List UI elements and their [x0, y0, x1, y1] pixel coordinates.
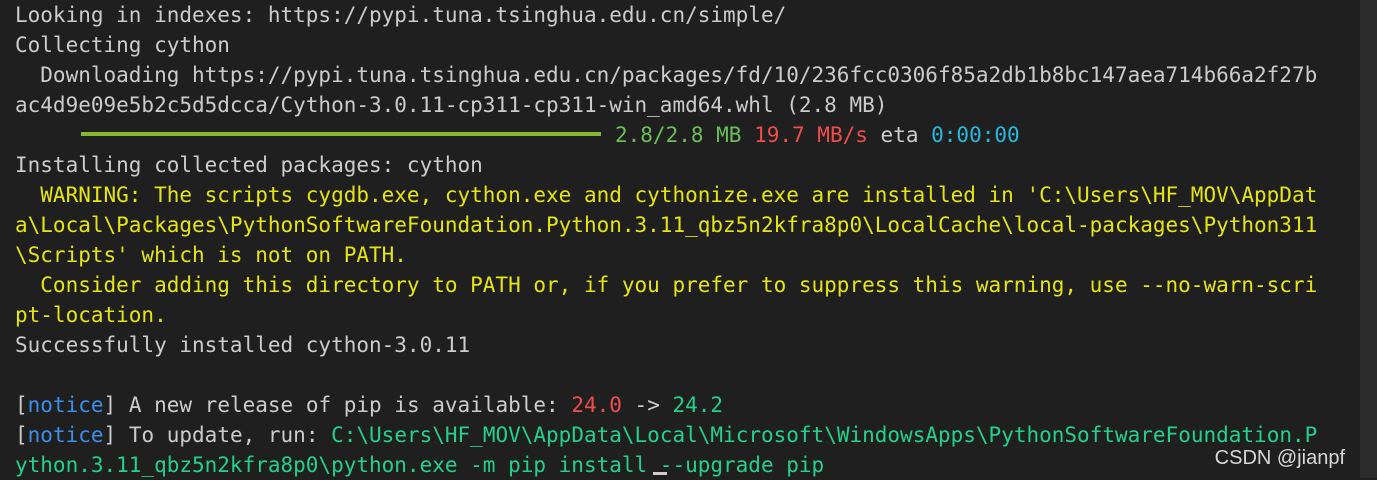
index-line: Looking in indexes: https://pypi.tuna.ts…: [15, 3, 787, 27]
notice-bracket-open: [: [15, 393, 28, 417]
progress-speed: 19.7 MB/s: [754, 123, 868, 147]
notice-bracket-open: [: [15, 423, 28, 447]
notice-text: To update, run:: [116, 423, 332, 447]
notice-tag: notice: [27, 393, 104, 417]
notice-bracket-close: ]: [103, 393, 117, 417]
terminal-output: Looking in indexes: https://pypi.tuna.ts…: [15, 0, 1355, 480]
progress-bar: [81, 132, 601, 136]
notice-line-1: [notice] A new release of pip is availab…: [15, 390, 1355, 420]
warning-line-1: WARNING: The scripts cygdb.exe, cython.e…: [15, 183, 1318, 207]
notice-bracket-close: ]: [103, 423, 117, 447]
notice-tag: notice: [27, 423, 104, 447]
progress-eta-label: eta: [880, 123, 919, 147]
warning-line-4: Consider adding this directory to PATH o…: [15, 273, 1318, 297]
vertical-scrollbar[interactable]: [1360, 0, 1377, 478]
text-cursor: [653, 472, 667, 475]
version-arrow: ->: [621, 393, 673, 417]
update-command: C:\Users\HF_MOV\AppData\Local\Microsoft\…: [331, 423, 1318, 447]
pip-new-version: 24.2: [672, 393, 724, 417]
scrollbar-thumb[interactable]: [1363, 0, 1374, 478]
progress-size: 2.8/2.8 MB: [615, 123, 742, 147]
downloading-line: Downloading https://pypi.tuna.tsinghua.e…: [15, 63, 1318, 87]
notice-line-2: [notice] To update, run: C:\Users\HF_MOV…: [15, 420, 1355, 450]
warning-line-3: \Scripts' which is not on PATH.: [15, 243, 407, 267]
watermark: CSDN @jianpf: [1214, 447, 1345, 469]
pip-old-version: 24.0: [571, 393, 622, 417]
downloading-line-cont: ac4d9e09e5b2c5d5dcca/Cython-3.0.11-cp311…: [15, 93, 888, 117]
progress-eta-value: 0:00:00: [931, 123, 1020, 147]
collecting-line: Collecting cython: [15, 33, 230, 57]
warning-line-5: pt-location.: [15, 303, 167, 327]
warning-line-2: a\Local\Packages\PythonSoftwareFoundatio…: [15, 213, 1318, 237]
progress-line: 2.8/2.8 MB 19.7 MB/s eta 0:00:00: [15, 120, 1355, 150]
update-command-cont: ython.3.11_qbz5n2kfra8p0\python.exe -m p…: [15, 453, 825, 477]
success-line: Successfully installed cython-3.0.11: [15, 333, 471, 357]
notice-text: A new release of pip is available:: [116, 393, 572, 417]
installing-line: Installing collected packages: cython: [15, 153, 483, 177]
